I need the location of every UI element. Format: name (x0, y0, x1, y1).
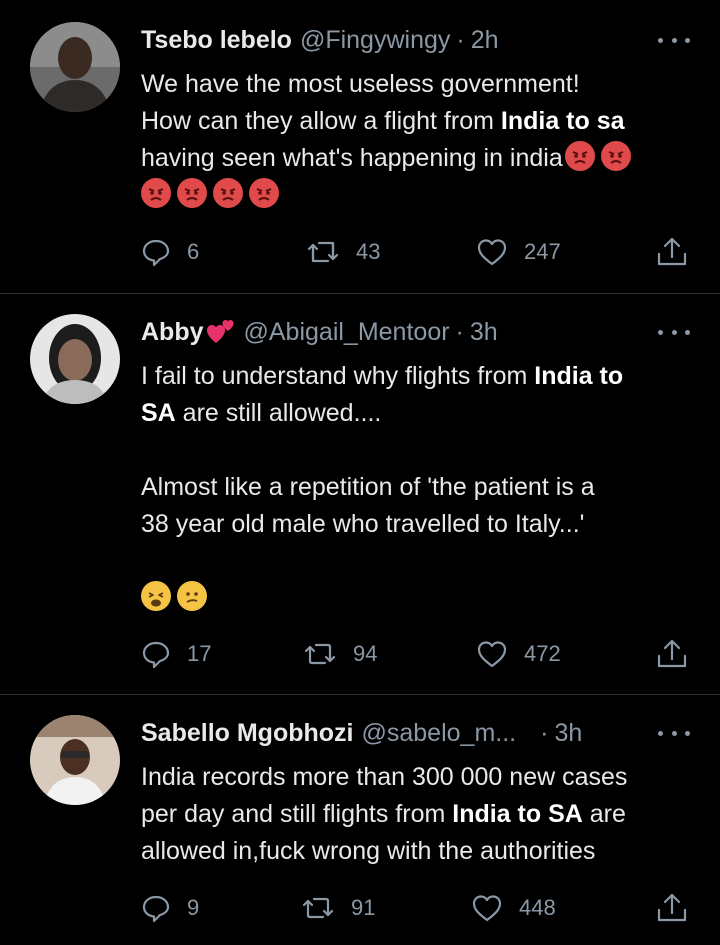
tweet-line: I fail to understand why flights from In… (141, 362, 624, 390)
user-handle[interactable]: @Abigail_Mentoor (244, 318, 450, 347)
angry-face-icon (564, 141, 595, 171)
tweet-header: Tsebo lebelo @Fingywingy · 2h (141, 22, 690, 58)
like-button[interactable]: 448 (471, 892, 556, 924)
reply-icon (142, 239, 170, 267)
share-icon (657, 639, 687, 668)
highlighted-text: India to sa (500, 107, 625, 135)
tweet-line: allowed in,fuck wrong with the authoriti… (141, 837, 596, 865)
separator-dot: · (540, 718, 549, 747)
timestamp[interactable]: 2h (471, 26, 499, 55)
highlighted-text: India to SA (452, 800, 583, 828)
more-options-icon[interactable] (658, 318, 690, 346)
heart-icon (477, 641, 507, 668)
retweet-icon (304, 643, 336, 665)
avatar[interactable] (30, 22, 120, 112)
angry-face-icon (141, 178, 171, 208)
avatar[interactable] (30, 715, 120, 805)
separator-dot: · (455, 317, 464, 346)
confused-face-icon (177, 581, 207, 611)
retweet-button[interactable]: 43 (306, 236, 380, 268)
avatar[interactable] (30, 314, 120, 404)
share-button[interactable] (655, 236, 689, 268)
tweet-header: Sabello Mgobhozi @sabelo_m... · 3h (141, 715, 690, 751)
reply-button[interactable]: 6 (141, 236, 199, 268)
share-icon (657, 237, 687, 266)
share-button[interactable] (655, 638, 689, 670)
angry-face-icon (177, 178, 207, 208)
tweet-line: 38 year old male who travelled to Italy.… (141, 510, 585, 538)
tweet-actions: 6 43 247 (141, 236, 689, 268)
retweet-icon (307, 241, 339, 263)
avatar-photo (30, 22, 120, 112)
more-options-icon[interactable] (658, 719, 690, 747)
timestamp[interactable]: 3h (554, 719, 582, 748)
retweet-icon (302, 897, 334, 919)
tweet-line: India records more than 300 000 new case… (141, 763, 628, 791)
display-name[interactable]: Sabello Mgobhozi (141, 719, 354, 748)
tweet-text: India records more than 300 000 new case… (141, 759, 690, 870)
tweet-actions: 17 94 472 (141, 638, 689, 670)
reply-button[interactable]: 17 (141, 638, 211, 670)
tweet-line: SA are still allowed.... (141, 399, 382, 427)
heart-icon (472, 895, 502, 922)
highlighted-text: India to (534, 362, 624, 390)
angry-face-icon (600, 141, 631, 171)
separator-dot: · (456, 25, 465, 54)
like-button[interactable]: 472 (476, 638, 561, 670)
tweet-line (141, 580, 690, 617)
reply-count: 6 (187, 239, 200, 264)
angry-face-icon (249, 178, 279, 208)
two-hearts-icon (206, 317, 236, 347)
tweet-actions: 9 91 448 (141, 892, 689, 924)
reply-button[interactable]: 9 (141, 892, 199, 924)
tweet-text: We have the most useless government! How… (141, 66, 690, 214)
more-options-icon[interactable] (658, 26, 690, 54)
like-count: 448 (519, 895, 556, 920)
tweet-3[interactable]: Sabello Mgobhozi @sabelo_m... · 3h India… (0, 695, 720, 945)
retweet-count: 94 (353, 641, 378, 666)
tweet-line: We have the most useless government! (141, 70, 580, 98)
tweet-text: I fail to understand why flights from In… (141, 358, 690, 617)
retweet-count: 91 (351, 895, 376, 920)
reply-count: 17 (187, 641, 212, 666)
reply-count: 9 (187, 895, 200, 920)
tweet-line (141, 177, 690, 214)
share-button[interactable] (655, 892, 689, 924)
user-handle[interactable]: @sabelo_m... (362, 719, 517, 748)
tweet-1[interactable]: Tsebo lebelo @Fingywingy · 2h We have th… (0, 0, 720, 293)
weary-face-icon (141, 581, 171, 611)
reply-icon (142, 895, 170, 923)
like-button[interactable]: 247 (476, 236, 561, 268)
share-icon (657, 893, 687, 922)
retweet-button[interactable]: 94 (303, 638, 377, 670)
avatar-photo (30, 715, 120, 805)
display-name[interactable]: Abby (141, 318, 204, 347)
tweet-2[interactable]: Abby @Abigail_Mentoor · 3h I fail to und… (0, 294, 720, 694)
highlighted-text: SA (141, 399, 176, 427)
tweet-header: Abby @Abigail_Mentoor · 3h (141, 314, 690, 350)
display-name[interactable]: Tsebo lebelo (141, 26, 292, 55)
tweet-line: per day and still flights from India to … (141, 800, 626, 828)
like-count: 472 (524, 641, 561, 666)
tweet-line: How can they allow a flight from India t… (141, 107, 625, 135)
avatar-photo (30, 314, 120, 404)
retweet-count: 43 (356, 239, 381, 264)
heart-icon (477, 239, 507, 266)
user-handle[interactable]: @Fingywingy (300, 26, 450, 55)
tweet-line: Almost like a repetition of 'the patient… (141, 473, 595, 501)
like-count: 247 (524, 239, 561, 264)
tweet-line: having seen what's happening in india (141, 140, 690, 177)
angry-face-icon (213, 178, 243, 208)
retweet-button[interactable]: 91 (301, 892, 375, 924)
timestamp[interactable]: 3h (470, 318, 498, 347)
reply-icon (142, 641, 170, 669)
